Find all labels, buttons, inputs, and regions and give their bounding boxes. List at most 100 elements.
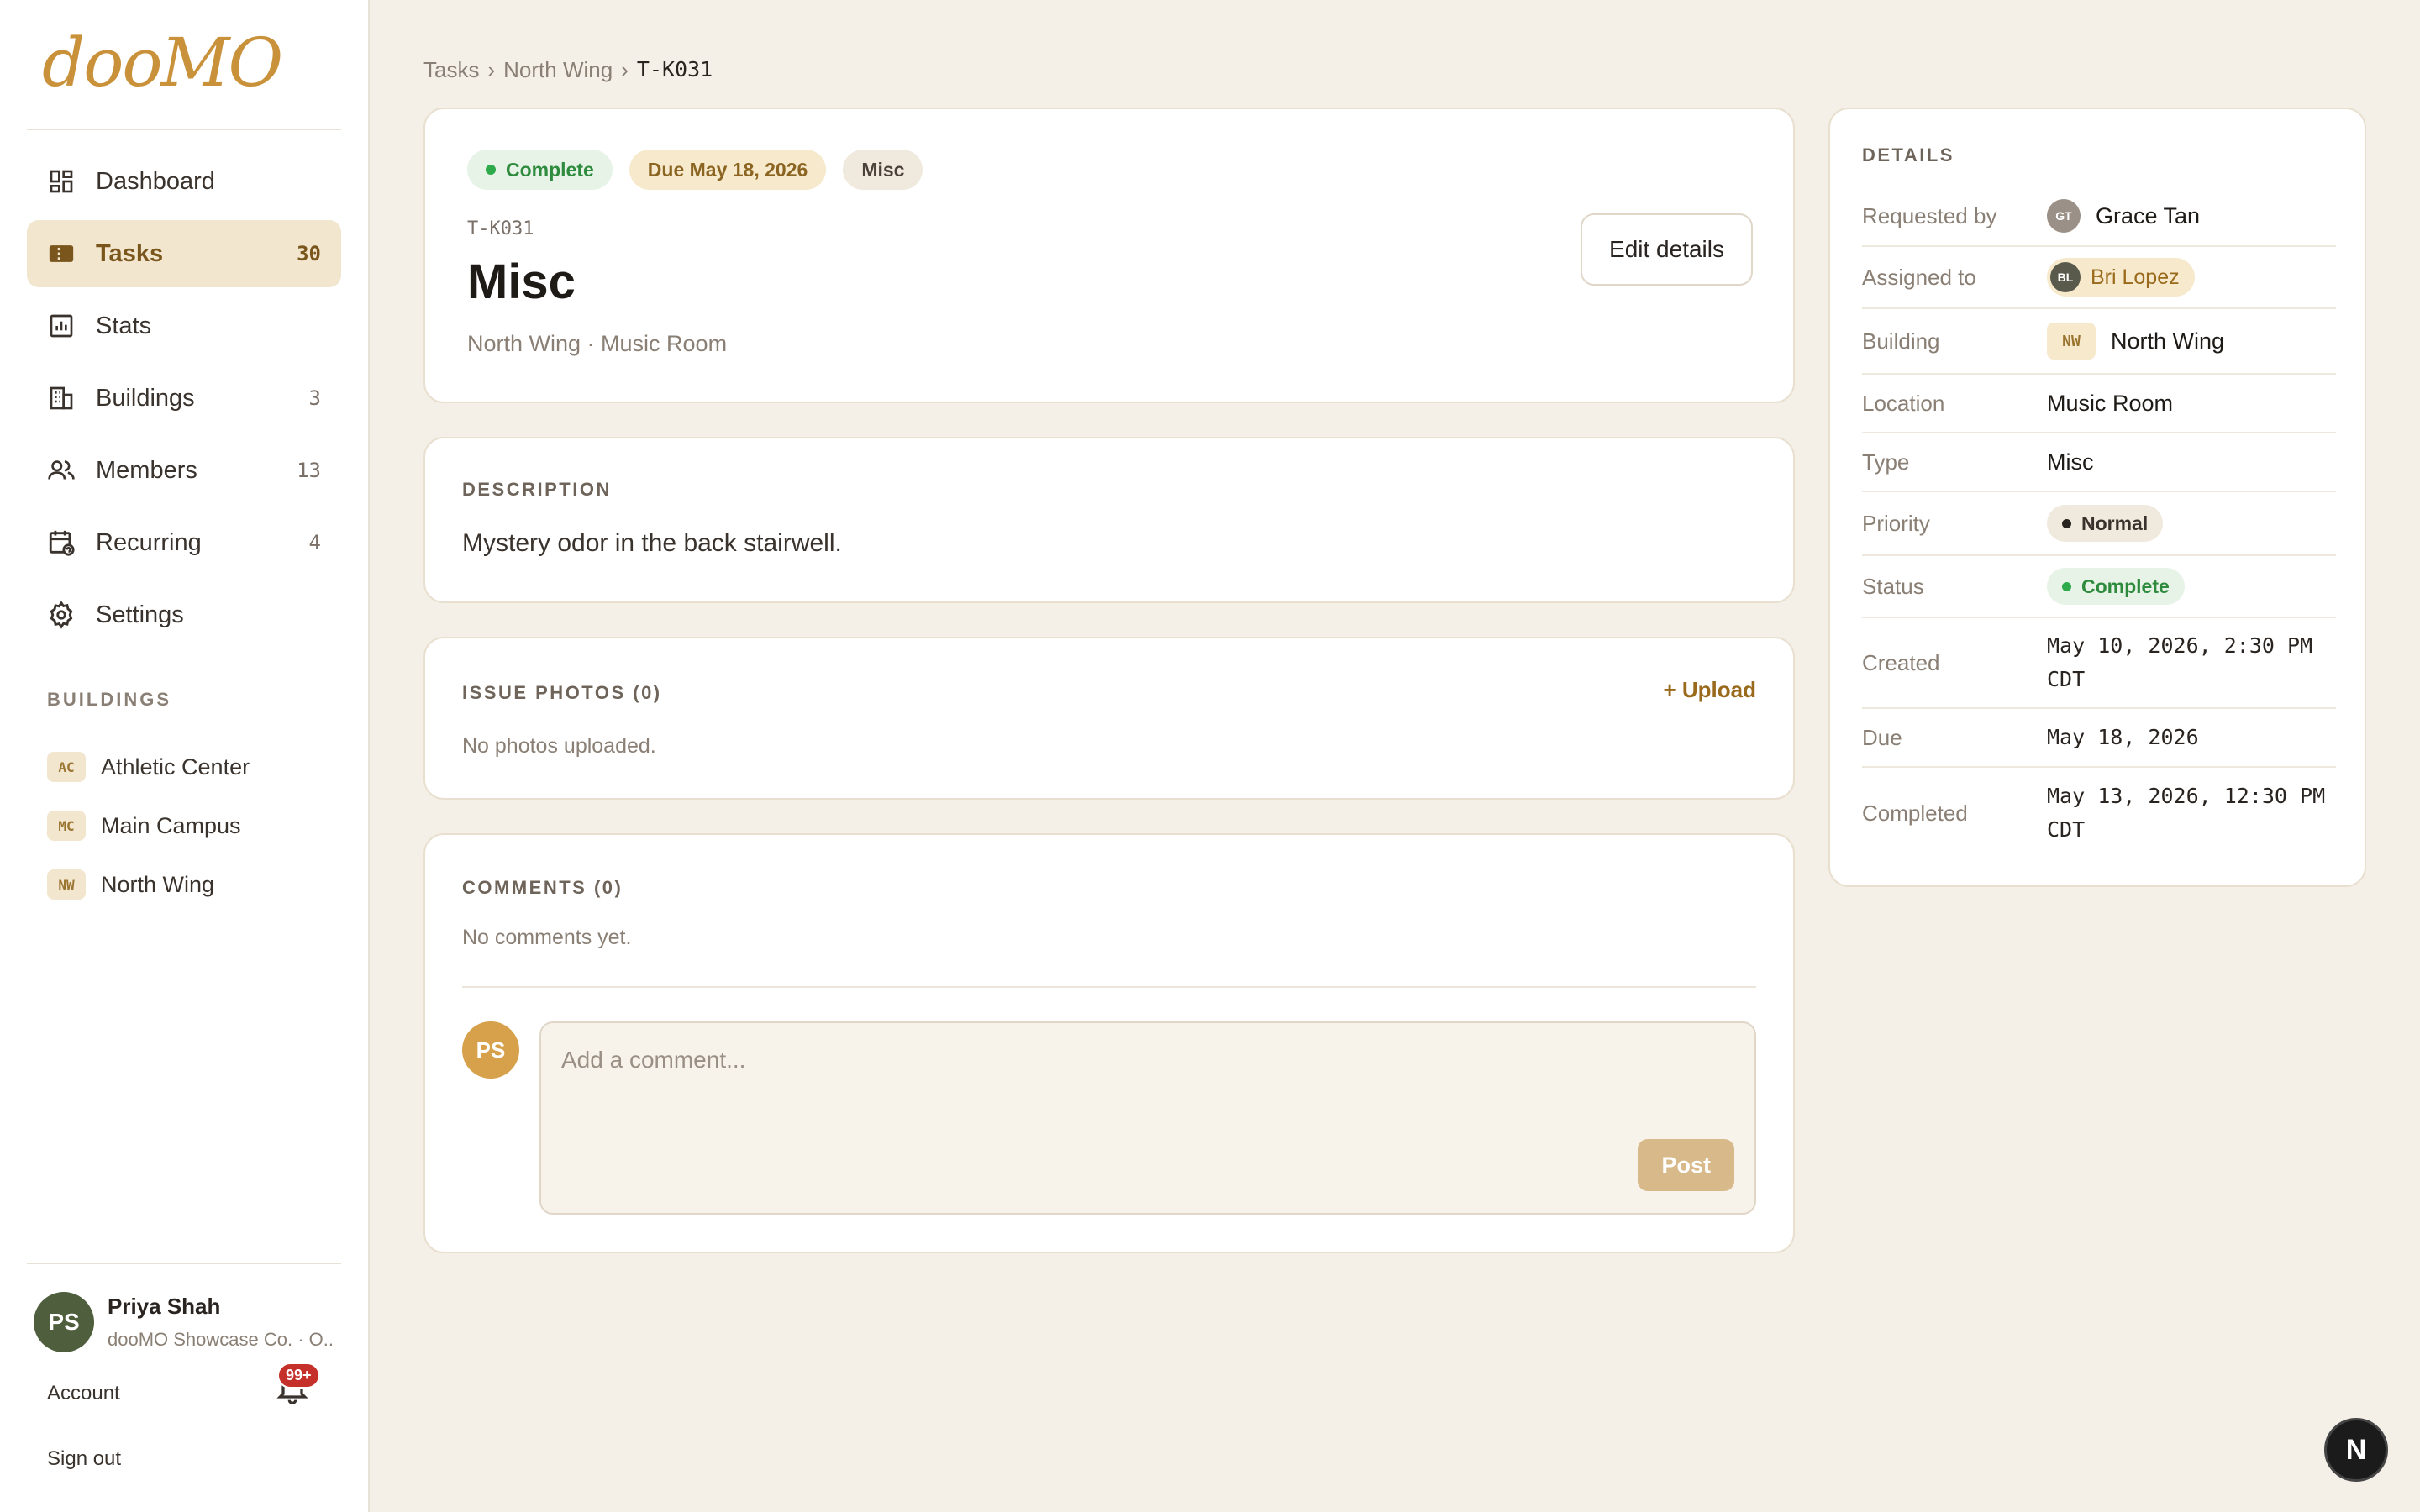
nav-item-dashboard[interactable]: Dashboard <box>27 148 341 215</box>
comments-empty-text: No comments yet. <box>462 926 632 949</box>
buildings-icon <box>47 384 76 412</box>
avatar: BL <box>2050 262 2081 292</box>
detail-row-requested-by: Requested by GT Grace Tan <box>1862 186 2336 247</box>
nav-count: 4 <box>308 531 321 554</box>
photos-heading: ISSUE PHOTOS (0) <box>462 682 662 703</box>
sidebar: dooMO Dashboard Tasks 30 Stats Buildings… <box>0 0 370 1512</box>
nav-item-tasks[interactable]: Tasks 30 <box>27 220 341 287</box>
building-item-main-campus[interactable]: MC Main Campus <box>47 796 333 855</box>
description-text: Mystery odor in the back stairwell. <box>462 529 842 557</box>
breadcrumb-building[interactable]: North Wing <box>503 57 613 83</box>
building-item-north-wing[interactable]: NW North Wing <box>47 855 333 914</box>
building-name: Main Campus <box>101 812 241 838</box>
task-header-card: Complete Due May 18, 2026 Misc T-K031 Mi… <box>424 108 1795 403</box>
detail-key: Status <box>1862 573 1924 599</box>
nav-label: Tasks <box>96 239 164 267</box>
detail-key: Completed <box>1862 800 1968 826</box>
signout-link[interactable]: Sign out <box>47 1447 121 1471</box>
nav-item-settings[interactable]: Settings <box>27 581 341 648</box>
post-comment-button[interactable]: Post <box>1638 1139 1734 1191</box>
created-timezone: CDT <box>2047 667 2086 691</box>
avatar[interactable]: PS <box>34 1292 94 1352</box>
avatar: GT <box>2047 199 2081 233</box>
building-item-athletic-center[interactable]: AC Athletic Center <box>47 738 333 796</box>
detail-row-location: Location Music Room <box>1862 375 2336 433</box>
page-title: Misc <box>467 255 576 309</box>
assignee-name: Bri Lopez <box>2091 265 2180 289</box>
user-name: Priya Shah <box>108 1294 221 1319</box>
detail-key: Building <box>1862 328 1940 354</box>
details-list: Requested by GT Grace Tan Assigned to BL… <box>1862 186 2336 858</box>
assignee-chip[interactable]: BL Bri Lopez <box>2047 258 2195 297</box>
nav-label: Settings <box>96 601 184 628</box>
nav-count: 3 <box>308 386 321 410</box>
divider <box>27 129 341 130</box>
description-card: DESCRIPTION Mystery odor in the back sta… <box>424 437 1795 603</box>
tasks-icon <box>47 239 76 268</box>
breadcrumb-current: T-K031 <box>636 57 713 81</box>
detail-key: Type <box>1862 449 1910 475</box>
nav-count: 30 <box>297 242 321 265</box>
status-badge: Complete <box>2047 568 2185 605</box>
recurring-icon <box>47 528 76 557</box>
detail-row-type: Type Misc <box>1862 433 2336 492</box>
detail-value: Normal <box>2047 505 2336 542</box>
issue-photos-card: ISSUE PHOTOS (0) + Upload No photos uplo… <box>424 637 1795 800</box>
dashboard-icon <box>47 167 76 196</box>
building-name: North Wing <box>101 871 215 897</box>
nav-label: Stats <box>96 312 152 339</box>
due-badge: Due May 18, 2026 <box>629 150 827 190</box>
comments-heading: COMMENTS (0) <box>462 877 623 898</box>
detail-value: May 13, 2026, 12:30 PM CDT <box>2047 780 2336 847</box>
breadcrumb: Tasks › North Wing › T-K031 <box>424 57 713 83</box>
nav-label: Buildings <box>96 384 195 412</box>
detail-row-building: Building NW North Wing <box>1862 309 2336 375</box>
nav-label: Members <box>96 456 197 484</box>
building-badge: MC <box>47 811 86 841</box>
task-location: North Wing · Music Room <box>467 331 728 356</box>
detail-value: BL Bri Lopez <box>2047 258 2336 297</box>
building-badge: AC <box>47 752 86 782</box>
detail-key: Created <box>1862 649 1940 675</box>
status-dot-icon <box>2062 581 2071 591</box>
created-date: May 10, 2026, 2:30 PM <box>2047 633 2313 658</box>
account-link[interactable]: Account <box>47 1382 120 1405</box>
nav-label: Recurring <box>96 528 202 556</box>
status-badge: Complete <box>467 150 613 190</box>
priority-badge: Normal <box>2047 505 2164 542</box>
avatar: PS <box>462 1021 519 1079</box>
detail-row-completed: Completed May 13, 2026, 12:30 PM CDT <box>1862 768 2336 858</box>
detail-key: Assigned to <box>1862 264 1976 290</box>
app-logo[interactable]: dooMO <box>42 24 283 102</box>
detail-key: Requested by <box>1862 202 1997 228</box>
nav-count: 13 <box>297 459 321 482</box>
building-badge: NW <box>2047 323 2096 360</box>
status-text: Complete <box>506 158 594 181</box>
members-icon <box>47 456 76 485</box>
nav-item-stats[interactable]: Stats <box>27 292 341 360</box>
status-text: Complete <box>2081 575 2170 597</box>
upload-button[interactable]: + Upload <box>1663 677 1756 703</box>
photos-empty-text: No photos uploaded. <box>462 734 656 758</box>
priority-dot-icon <box>2062 518 2071 528</box>
nav-item-recurring[interactable]: Recurring 4 <box>27 509 341 576</box>
detail-key: Due <box>1862 724 1902 750</box>
comment-input[interactable] <box>541 1023 1754 1213</box>
requester-name: Grace Tan <box>2096 202 2201 228</box>
task-pills: Complete Due May 18, 2026 Misc <box>467 150 923 190</box>
nav-item-members[interactable]: Members 13 <box>27 437 341 504</box>
breadcrumb-tasks[interactable]: Tasks <box>424 57 479 83</box>
breadcrumb-separator: › <box>487 57 496 82</box>
detail-value: Complete <box>2047 568 2336 605</box>
detail-row-status: Status Complete <box>1862 556 2336 618</box>
building-name: Athletic Center <box>101 753 250 780</box>
edit-details-button[interactable]: Edit details <box>1581 213 1753 286</box>
details-heading: DETAILS <box>1862 144 1954 165</box>
building-name: North Wing <box>2111 328 2225 354</box>
status-dot-icon <box>486 165 496 175</box>
dev-tools-badge[interactable]: N <box>2324 1418 2388 1482</box>
comment-box: Post <box>539 1021 1756 1215</box>
notification-count-badge: 99+ <box>277 1362 320 1389</box>
detail-row-created: Created May 10, 2026, 2:30 PM CDT <box>1862 618 2336 709</box>
nav-item-buildings[interactable]: Buildings 3 <box>27 365 341 432</box>
